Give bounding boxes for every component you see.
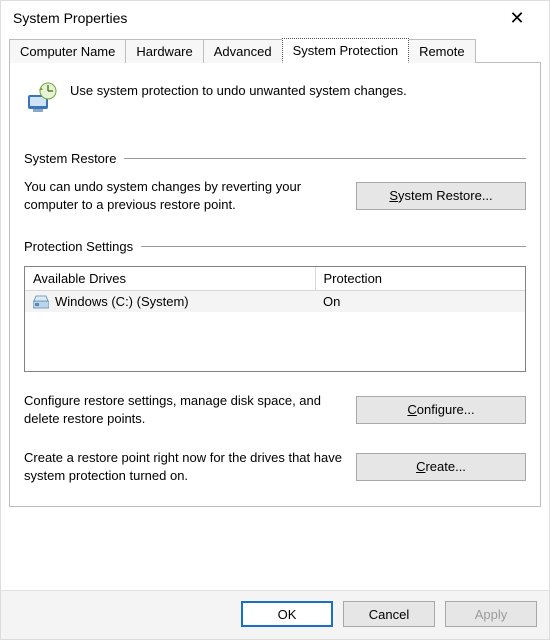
drive-icon <box>33 295 49 309</box>
intro-row: Use system protection to undo unwanted s… <box>24 81 526 117</box>
drives-table: Available Drives Protection <box>25 267 525 312</box>
group-header-protection-settings: Protection Settings <box>24 239 526 254</box>
tabstrip: Computer Name Hardware Advanced System P… <box>9 37 541 62</box>
group-header-system-restore: System Restore <box>24 151 526 166</box>
tab-remote[interactable]: Remote <box>408 39 476 63</box>
configure-description: Configure restore settings, manage disk … <box>24 392 344 427</box>
system-protection-icon <box>24 81 60 117</box>
system-restore-description: You can undo system changes by reverting… <box>24 178 344 213</box>
table-row[interactable]: Windows (C:) (System) On <box>25 291 525 313</box>
tab-advanced[interactable]: Advanced <box>203 39 283 63</box>
drive-name: Windows (C:) (System) <box>55 294 189 309</box>
tab-system-protection[interactable]: System Protection <box>282 38 410 63</box>
cancel-button[interactable]: Cancel <box>343 601 435 627</box>
create-button[interactable]: Create... <box>356 453 526 481</box>
system-restore-button[interactable]: System Restore... <box>356 182 526 210</box>
group-label-protection-settings: Protection Settings <box>24 239 133 254</box>
col-protection[interactable]: Protection <box>315 267 525 291</box>
drives-table-container: Available Drives Protection <box>24 266 526 372</box>
group-system-restore: System Restore You can undo system chang… <box>24 151 526 213</box>
intro-text: Use system protection to undo unwanted s… <box>70 81 407 98</box>
titlebar: System Properties ✕ <box>1 1 549 31</box>
group-label-system-restore: System Restore <box>24 151 116 166</box>
divider <box>124 158 526 159</box>
tab-panel-system-protection: Use system protection to undo unwanted s… <box>9 62 541 507</box>
tabs-area: Computer Name Hardware Advanced System P… <box>1 31 549 507</box>
apply-button[interactable]: Apply <box>445 601 537 627</box>
divider <box>141 246 526 247</box>
drive-protection-value: On <box>315 291 525 313</box>
col-available-drives[interactable]: Available Drives <box>25 267 315 291</box>
ok-button[interactable]: OK <box>241 601 333 627</box>
create-description: Create a restore point right now for the… <box>24 449 344 484</box>
system-properties-window: System Properties ✕ Computer Name Hardwa… <box>0 0 550 640</box>
close-icon[interactable]: ✕ <box>497 9 537 27</box>
configure-button[interactable]: Configure... <box>356 396 526 424</box>
window-title: System Properties <box>13 10 127 26</box>
tab-hardware[interactable]: Hardware <box>125 39 203 63</box>
dialog-button-bar: OK Cancel Apply <box>1 590 549 639</box>
tab-computer-name[interactable]: Computer Name <box>9 39 126 63</box>
group-protection-settings: Protection Settings Available Drives Pro… <box>24 239 526 484</box>
